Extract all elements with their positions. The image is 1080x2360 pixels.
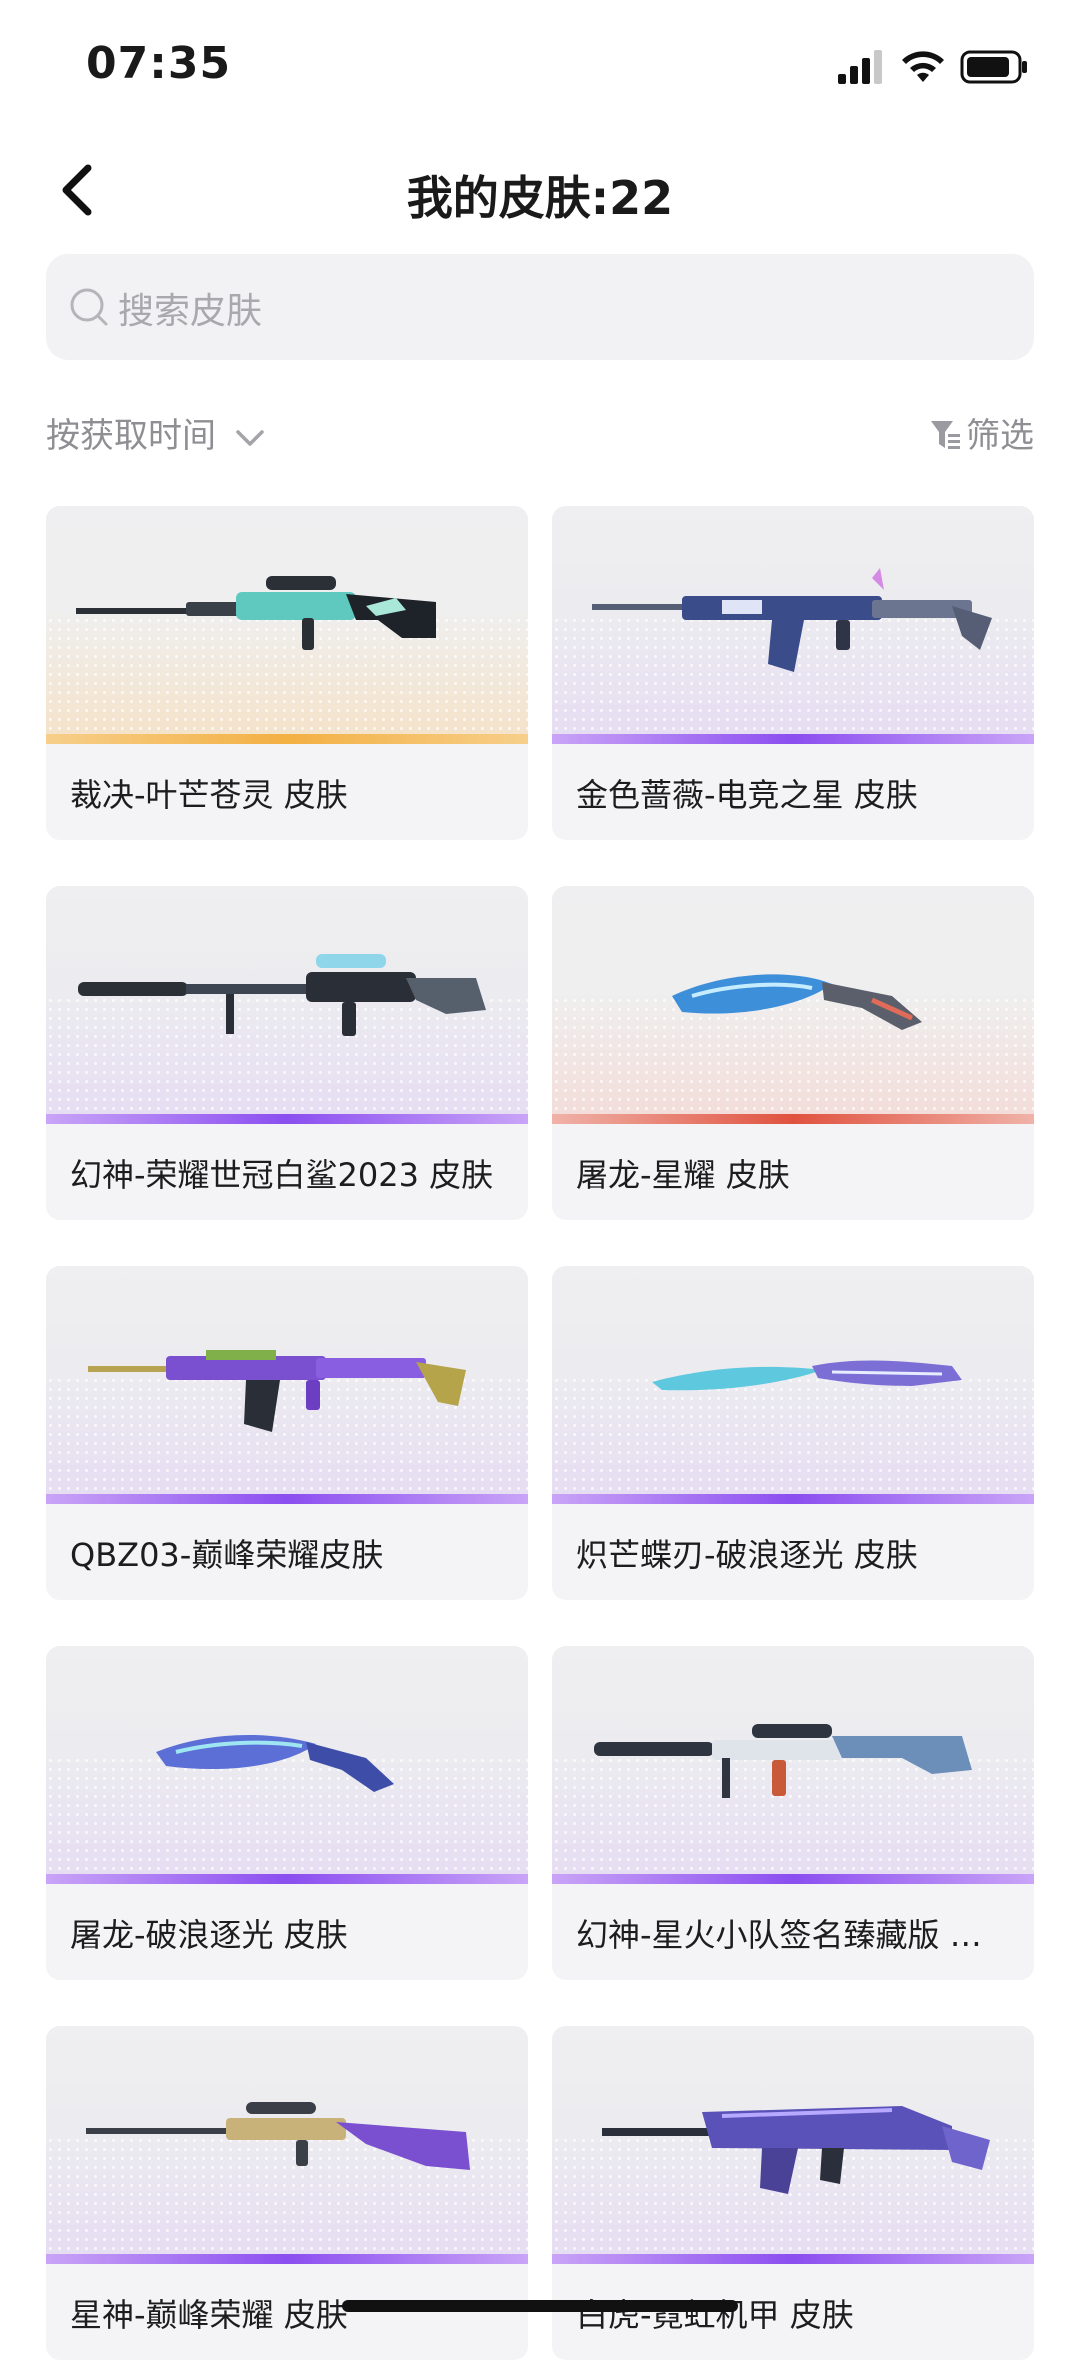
rarity-bar [46,1874,528,1884]
skin-image [46,1646,528,1882]
skin-image [46,1266,528,1502]
skin-name: 幻神-荣耀世冠白鲨2023 皮肤 [70,1156,494,1194]
assault-rifle-icon [602,2106,990,2194]
battery-icon [960,50,1027,84]
skin-card[interactable]: 屠龙-破浪逐光 皮肤 [46,1646,528,1980]
skin-image [552,506,1034,742]
rarity-bar [552,734,1034,744]
assault-rifle-icon [592,568,992,672]
skin-card[interactable]: 幻神-星火小队签名臻藏版 … [552,1646,1034,1980]
blade-icon [652,1360,962,1391]
skin-name: 裁决-叶芒苍灵 皮肤 [70,776,348,814]
skin-card[interactable]: 炽芒蝶刃-破浪逐光 皮肤 [552,1266,1034,1600]
sniper-rifle-icon [76,576,436,650]
skin-name: 炽芒蝶刃-破浪逐光 皮肤 [576,1536,918,1574]
navigation-bar: 我的皮肤:22 [0,140,1080,240]
blade-icon [156,1734,394,1792]
search-input[interactable]: 搜索皮肤 [46,254,1034,360]
skin-name: 金色蔷薇-电竞之星 皮肤 [576,776,918,814]
skin-card[interactable]: QBZ03-巅峰荣耀皮肤 [46,1266,528,1600]
sniper-rifle-icon [78,954,486,1036]
skin-name: QBZ03-巅峰荣耀皮肤 [70,1536,384,1574]
skin-image [46,886,528,1122]
sort-filter-bar: 按获取时间 筛选 [46,404,1034,460]
skin-name: 幻神-星火小队签名臻藏版 … [576,1916,982,1954]
status-bar: 07:35 [0,0,1080,130]
status-time: 07:35 [86,38,232,89]
home-indicator[interactable] [342,2300,738,2312]
skin-image [552,1266,1034,1502]
rarity-bar [552,1494,1034,1504]
filter-icon [931,421,960,449]
filter-label: 筛选 [966,416,1034,456]
skin-card[interactable]: 金色蔷薇-电竞之星 皮肤 [552,506,1034,840]
skin-name: 白虎-霓虹机甲 皮肤 [576,2296,854,2334]
skin-name: 屠龙-破浪逐光 皮肤 [70,1916,348,1954]
sort-label: 按获取时间 [46,416,216,456]
rarity-bar [46,734,528,744]
filter-button[interactable]: 筛选 [930,408,1034,457]
rarity-bar [552,2254,1034,2264]
sniper-rifle-icon [86,2102,470,2170]
skin-image [552,886,1034,1122]
page-title: 我的皮肤:22 [406,171,674,225]
skin-name: 星神-巅峰荣耀 皮肤 [70,2296,348,2334]
skin-image [46,2026,528,2262]
skin-card[interactable]: 幻神-荣耀世冠白鲨2023 皮肤 [46,886,528,1220]
skin-card[interactable]: 裁决-叶芒苍灵 皮肤 [46,506,528,840]
sniper-rifle-icon [594,1724,972,1798]
blade-icon [672,974,922,1030]
chevron-down-icon [236,429,264,446]
rarity-bar [552,1114,1034,1124]
rarity-bar [46,2254,528,2264]
sort-dropdown[interactable]: 按获取时间 [46,408,265,457]
rarity-bar [46,1114,528,1124]
cellular-signal-icon [838,50,882,84]
wifi-icon [902,51,944,82]
skin-card[interactable]: 屠龙-星耀 皮肤 [552,886,1034,1220]
rarity-bar [46,1494,528,1504]
skin-image [46,506,528,742]
search-icon [70,288,108,326]
assault-rifle-icon [88,1350,466,1432]
skin-image [552,2026,1034,2262]
rarity-bar [552,1874,1034,1884]
skin-image [552,1646,1034,1882]
skin-name: 屠龙-星耀 皮肤 [576,1156,790,1194]
search-placeholder: 搜索皮肤 [118,291,263,332]
